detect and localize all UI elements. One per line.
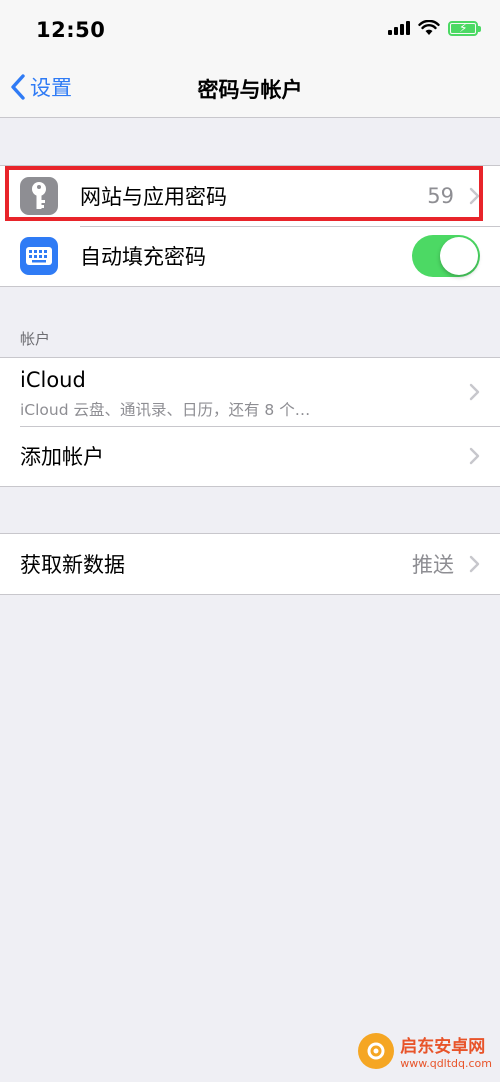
navigation-bar: 设置 密码与帐户 [0, 60, 500, 118]
chevron-right-icon [469, 555, 480, 573]
accounts-group: iCloud iCloud 云盘、通讯录、日历，还有 8 个… 添加帐户 [0, 357, 500, 487]
fetch-new-data-value: 推送 [412, 553, 454, 577]
toggle-knob [440, 237, 478, 275]
status-icons: ⚡ [388, 20, 481, 36]
watermark-logo-icon [358, 1033, 395, 1069]
wifi-icon [418, 20, 440, 35]
fetch-group: 获取新数据 推送 [0, 533, 500, 595]
fetch-new-data-label: 获取新数据 [20, 553, 125, 577]
battery-icon: ⚡ [448, 20, 481, 36]
cellular-signal-icon [388, 21, 410, 35]
chevron-right-icon [469, 383, 480, 401]
status-bar: 12:50 ⚡ [0, 0, 500, 60]
autofill-passwords-row: 自动填充密码 [0, 226, 500, 286]
status-time: 12:50 [36, 18, 106, 42]
autofill-label: 自动填充密码 [80, 245, 206, 269]
accounts-section-header: 帐户 [20, 330, 51, 348]
watermark: 启东安卓网 www.qdltdq.com [358, 1032, 492, 1070]
keyboard-icon [20, 237, 58, 275]
add-account-row[interactable]: 添加帐户 [0, 426, 500, 486]
fetch-new-data-row[interactable]: 获取新数据 推送 [0, 534, 500, 594]
icloud-account-row[interactable]: iCloud iCloud 云盘、通讯录、日历，还有 8 个… [0, 358, 500, 426]
page-title: 密码与帐户 [197, 78, 303, 102]
chevron-right-icon [469, 447, 480, 465]
autofill-toggle[interactable] [412, 235, 480, 277]
watermark-title: 启东安卓网 [400, 1037, 486, 1057]
highlight-annotation [5, 166, 483, 221]
watermark-url: www.qdltdq.com [400, 1057, 492, 1070]
icloud-subtitle: iCloud 云盘、通讯录、日历，还有 8 个… [20, 401, 311, 419]
icloud-title: iCloud [20, 368, 86, 392]
add-account-label: 添加帐户 [20, 445, 104, 469]
